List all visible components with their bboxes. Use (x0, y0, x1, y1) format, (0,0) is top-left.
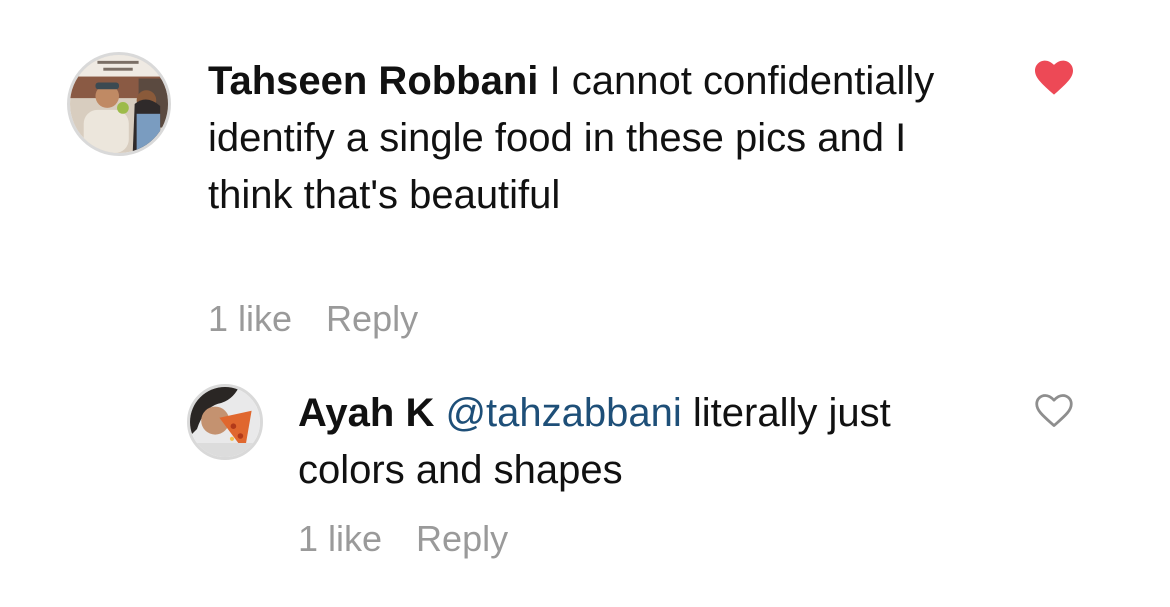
reply-meta: 1 like Reply (298, 518, 508, 560)
comment-username[interactable]: Tahseen Robbani (208, 59, 538, 103)
heart-outline-icon[interactable] (1033, 391, 1075, 429)
heart-filled-icon[interactable] (1033, 58, 1075, 96)
reply-button[interactable]: Reply (416, 518, 508, 560)
reply-button[interactable]: Reply (326, 298, 418, 340)
comment-body: Tahseen Robbani I cannot confidentially … (208, 53, 968, 224)
commenter-avatar[interactable] (67, 52, 171, 156)
mention-link[interactable]: @tahzabbani (445, 391, 681, 435)
like-count[interactable]: 1 like (208, 298, 292, 340)
replier-avatar[interactable] (187, 384, 263, 460)
like-count[interactable]: 1 like (298, 518, 382, 560)
reply-username[interactable]: Ayah K (298, 391, 434, 435)
comment-meta: 1 like Reply (208, 298, 418, 340)
reply-body: Ayah K @tahzabbani literally just colors… (298, 385, 978, 499)
